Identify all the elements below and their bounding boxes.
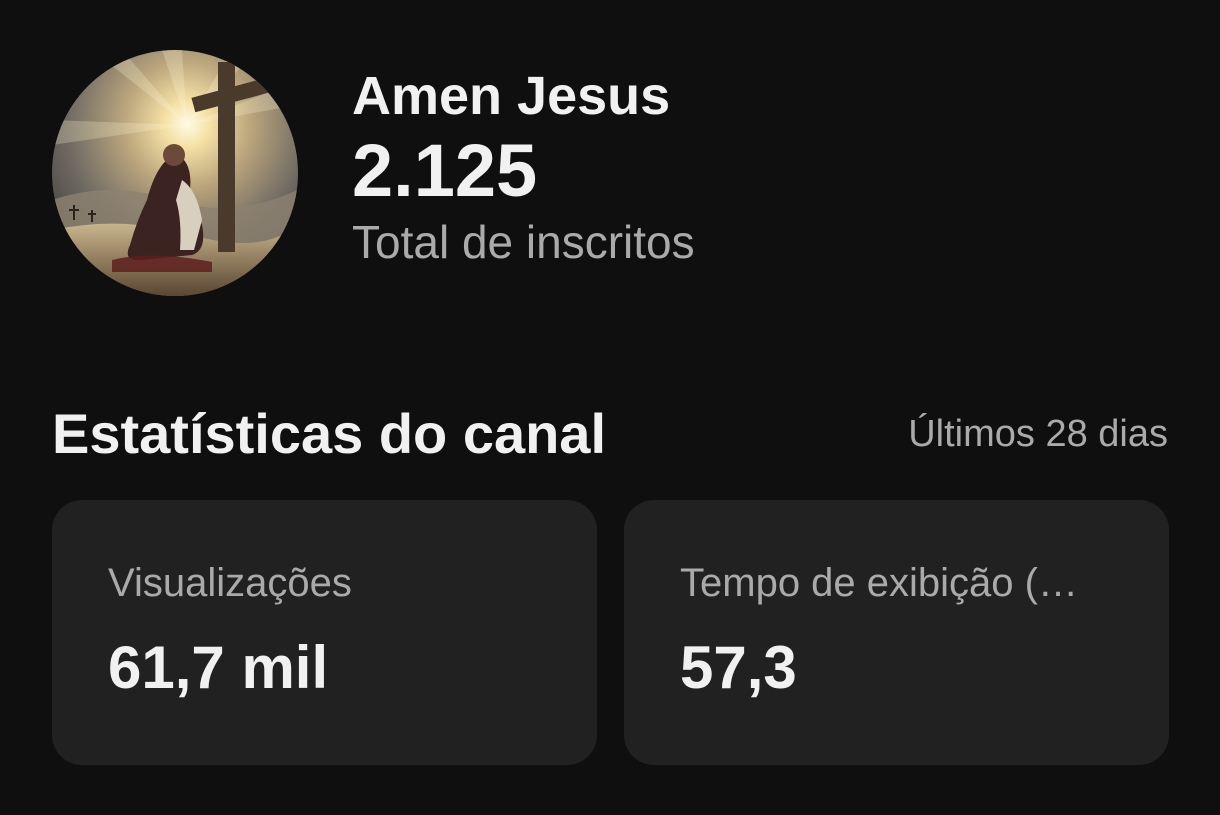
- subscriber-label: Total de inscritos: [352, 216, 695, 268]
- stats-cards: Visualizações 61,7 mil Tempo de exibição…: [52, 500, 1169, 765]
- avatar-image: [52, 50, 298, 296]
- watch-time-value: 57,3: [680, 634, 797, 701]
- subscriber-count: 2.125: [352, 129, 538, 212]
- views-label: Visualizações: [108, 561, 352, 605]
- stats-header: Estatísticas do canal Últimos 28 dias: [52, 398, 1168, 470]
- channel-avatar[interactable]: [52, 50, 298, 296]
- channel-info: Amen Jesus 2.125 Total de inscritos: [352, 64, 695, 270]
- stats-title: Estatísticas do canal: [52, 402, 607, 465]
- views-value: 61,7 mil: [108, 634, 329, 701]
- watch-time-label: Tempo de exibição (…: [680, 561, 1078, 605]
- channel-name: Amen Jesus: [352, 66, 671, 126]
- channel-analytics-page: Amen Jesus 2.125 Total de inscritos Esta…: [0, 0, 1220, 815]
- stats-period: Últimos 28 dias: [908, 413, 1168, 455]
- views-card[interactable]: Visualizações 61,7 mil: [52, 500, 597, 765]
- channel-header: Amen Jesus 2.125 Total de inscritos: [52, 50, 695, 296]
- watch-time-card[interactable]: Tempo de exibição (… 57,3: [624, 500, 1169, 765]
